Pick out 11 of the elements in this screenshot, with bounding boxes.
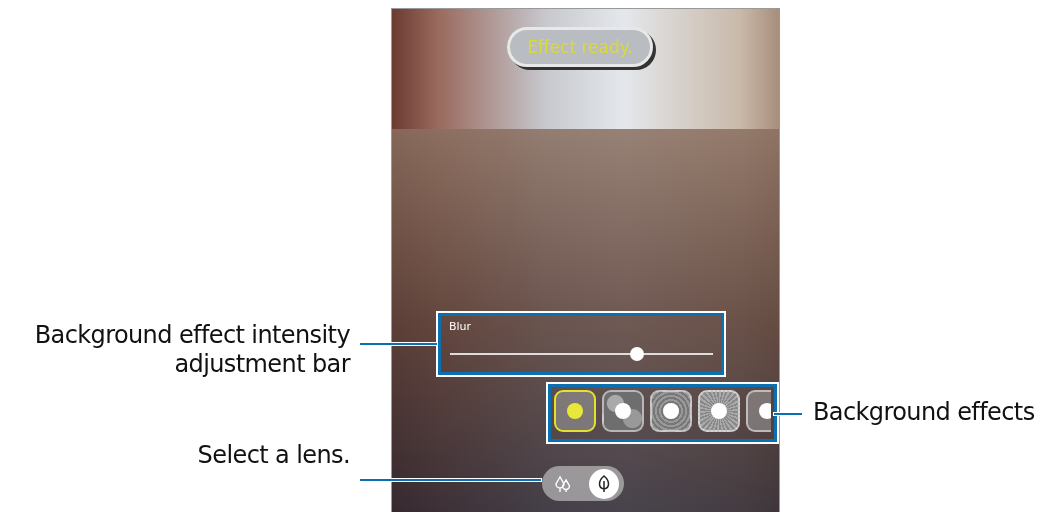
status-toast: Effect ready. xyxy=(507,27,653,67)
dot-icon xyxy=(615,403,631,419)
callout-label: Select a lens. xyxy=(197,442,350,469)
callout-label: Background effect intensity xyxy=(34,322,350,349)
callout-label: adjustment bar xyxy=(174,351,350,378)
dot-icon xyxy=(759,403,771,419)
slider-label: Blur xyxy=(449,320,472,333)
callout-label: Background effects xyxy=(813,399,1035,426)
effect-tile[interactable] xyxy=(554,390,596,432)
dot-icon xyxy=(711,403,727,419)
dot-icon xyxy=(663,403,679,419)
